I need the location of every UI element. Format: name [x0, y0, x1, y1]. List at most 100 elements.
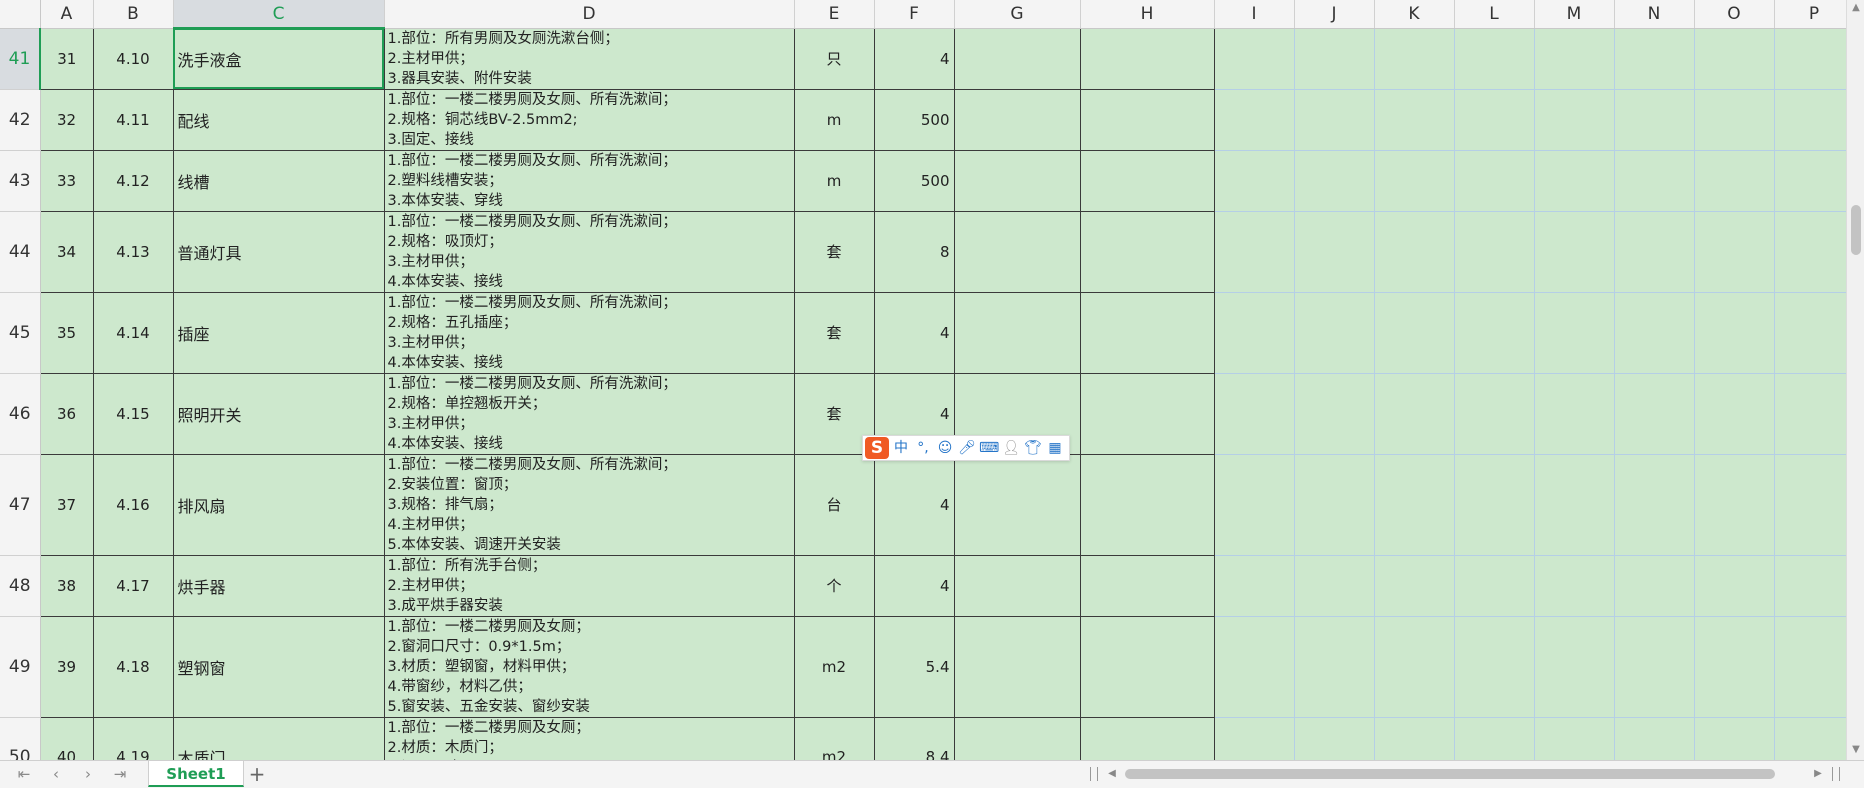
cell-g[interactable] [953, 453, 1081, 556]
column-header-i[interactable]: I [1214, 0, 1295, 29]
empty-cell[interactable] [1454, 28, 1535, 90]
empty-cell[interactable] [1214, 616, 1295, 718]
row-header[interactable]: 44 [0, 211, 41, 293]
empty-cell[interactable] [1454, 211, 1535, 293]
prev-sheet-icon[interactable]: ‹ [44, 763, 68, 785]
empty-cell[interactable] [1774, 555, 1855, 617]
cell-quantity[interactable]: 8 [873, 210, 955, 293]
cell-seq[interactable]: 33 [39, 149, 94, 212]
cell-g[interactable] [953, 615, 1081, 718]
cell-h[interactable] [1079, 88, 1215, 151]
horizontal-scrollbar[interactable]: ◀ ▶ [1105, 765, 1825, 783]
user-icon[interactable]: 👤︎ [1001, 438, 1021, 458]
cell-name[interactable]: 洗手液盒 [172, 27, 385, 90]
cell-seq[interactable]: 31 [39, 27, 94, 90]
empty-cell[interactable] [1374, 717, 1455, 760]
cell-name[interactable]: 普通灯具 [172, 210, 385, 293]
empty-cell[interactable] [1454, 616, 1535, 718]
empty-cell[interactable] [1774, 717, 1855, 760]
empty-cell[interactable] [1294, 89, 1375, 151]
cell-seq[interactable]: 37 [39, 453, 94, 556]
cell-description[interactable]: 1.部位：一楼二楼男厕及女厕、所有洗漱间； 2.安装位置：窗顶； 3.规格：排气扇；… [383, 453, 795, 556]
cell-name[interactable]: 照明开关 [172, 372, 385, 455]
cell-name[interactable]: 线槽 [172, 149, 385, 212]
sheet-tab-sheet1[interactable]: Sheet1 [148, 761, 244, 787]
empty-cell[interactable] [1694, 555, 1775, 617]
cell-seq[interactable]: 38 [39, 554, 94, 617]
cell-g[interactable] [953, 27, 1081, 90]
empty-cell[interactable] [1774, 28, 1855, 90]
empty-cell[interactable] [1614, 292, 1695, 374]
empty-cell[interactable] [1454, 555, 1535, 617]
cell-seq[interactable]: 36 [39, 372, 94, 455]
ime-logo-icon[interactable]: S [865, 437, 889, 459]
empty-cell[interactable] [1374, 555, 1455, 617]
empty-cell[interactable] [1534, 292, 1615, 374]
empty-cell[interactable] [1614, 373, 1695, 455]
cell-unit[interactable]: 个 [793, 554, 875, 617]
scroll-down-arrow-icon[interactable]: ▼ [1851, 744, 1861, 756]
empty-cell[interactable] [1214, 454, 1295, 556]
empty-cell[interactable] [1774, 616, 1855, 718]
row-header[interactable]: 41 [0, 28, 41, 90]
cell-name[interactable]: 烘手器 [172, 554, 385, 617]
empty-cell[interactable] [1374, 28, 1455, 90]
column-header-b[interactable]: B [93, 0, 174, 29]
cell-quantity[interactable]: 8.4 [873, 716, 955, 760]
cell-code[interactable]: 4.18 [92, 615, 174, 718]
empty-cell[interactable] [1454, 150, 1535, 212]
select-all-corner[interactable] [0, 0, 41, 29]
cell-description[interactable]: 1.部位：一楼二楼男厕及女厕； 2.窗洞口尺寸：0.9*1.5m； 3.材质：塑钢窗… [383, 615, 795, 718]
cell-unit[interactable]: 套 [793, 291, 875, 374]
empty-cell[interactable] [1534, 454, 1615, 556]
cell-description[interactable]: 1.部位：一楼二楼男厕及女厕、所有洗漱间； 2.塑料线槽安装； 3.本体安装、穿线 [383, 149, 795, 212]
column-header-h[interactable]: H [1080, 0, 1215, 29]
row-header[interactable]: 45 [0, 292, 41, 374]
cell-seq[interactable]: 40 [39, 716, 94, 760]
tab-splitter-handle[interactable] [1090, 767, 1098, 781]
empty-cell[interactable] [1614, 89, 1695, 151]
cell-seq[interactable]: 39 [39, 615, 94, 718]
empty-cell[interactable] [1374, 616, 1455, 718]
cell-seq[interactable]: 32 [39, 88, 94, 151]
cell-h[interactable] [1079, 149, 1215, 212]
skin-shirt-icon[interactable]: 👕︎ [1023, 438, 1043, 458]
cell-description[interactable]: 1.部位：一楼二楼男厕及女厕、所有洗漱间； 2.规格：铜芯线BV-2.5mm2; 3… [383, 88, 795, 151]
cell-code[interactable]: 4.16 [92, 453, 174, 556]
empty-cell[interactable] [1454, 717, 1535, 760]
cell-h[interactable] [1079, 554, 1215, 617]
empty-cell[interactable] [1454, 292, 1535, 374]
empty-cell[interactable] [1454, 373, 1535, 455]
last-sheet-icon[interactable]: ⇥ [108, 763, 132, 785]
horizontal-scroll-thumb[interactable] [1125, 769, 1775, 779]
empty-cell[interactable] [1294, 454, 1375, 556]
cell-code[interactable]: 4.12 [92, 149, 174, 212]
cell-h[interactable] [1079, 453, 1215, 556]
column-header-k[interactable]: K [1374, 0, 1455, 29]
column-header-f[interactable]: F [874, 0, 955, 29]
cell-code[interactable]: 4.10 [92, 27, 174, 90]
empty-cell[interactable] [1534, 555, 1615, 617]
empty-cell[interactable] [1214, 150, 1295, 212]
cell-description[interactable]: 1.部位：一楼二楼男厕及女厕、所有洗漱间； 2.规格：吸顶灯； 3.主材甲供； 4.本… [383, 210, 795, 293]
split-handle-right[interactable] [1832, 767, 1840, 781]
row-header[interactable]: 43 [0, 150, 41, 212]
cell-g[interactable] [953, 210, 1081, 293]
empty-cell[interactable] [1214, 555, 1295, 617]
row-header[interactable]: 46 [0, 373, 41, 455]
empty-cell[interactable] [1614, 28, 1695, 90]
empty-cell[interactable] [1694, 616, 1775, 718]
empty-cell[interactable] [1774, 211, 1855, 293]
empty-cell[interactable] [1774, 89, 1855, 151]
cell-h[interactable] [1079, 27, 1215, 90]
microphone-icon[interactable]: 🎤︎ [957, 438, 977, 458]
column-header-e[interactable]: E [794, 0, 875, 29]
empty-cell[interactable] [1374, 211, 1455, 293]
column-header-d[interactable]: D [384, 0, 795, 29]
cell-name[interactable]: 木质门 [172, 716, 385, 760]
column-header-c[interactable]: C [173, 0, 385, 29]
empty-cell[interactable] [1294, 373, 1375, 455]
empty-cell[interactable] [1374, 373, 1455, 455]
cell-g[interactable] [953, 716, 1081, 760]
cell-name[interactable]: 排风扇 [172, 453, 385, 556]
